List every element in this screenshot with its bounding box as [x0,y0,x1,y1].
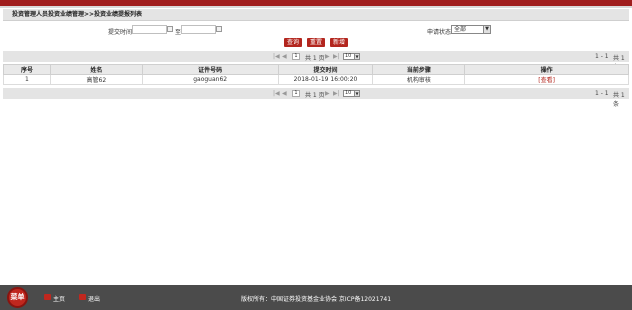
total-pages: 共 1 页 [305,55,325,62]
table-row: 1 高管62 gaoguan62 2018-01-19 16:00:20 机构审… [3,74,629,85]
page-size-select[interactable]: 10 ▼ [343,53,360,60]
last-page-icon[interactable]: ▶| [333,53,340,60]
total-pages: 共 1 页 [305,92,325,99]
cell-no: 1 [3,74,51,85]
cell-submit-time: 2018-01-19 16:00:20 [277,74,374,85]
next-page-icon[interactable]: ▶ [325,53,330,60]
table-header-row: 序号 姓名 证件号码 提交时间 当前步骤 操作 [3,64,629,75]
status-select-value: 全部 [454,26,467,33]
col-header-step: 当前步骤 [372,64,466,75]
record-range: 1 - 1 [595,53,609,60]
status-label: 申请状态 [427,29,452,36]
action-buttons: 查询 重置 新增 [0,38,632,48]
record-range: 1 - 1 [595,90,609,97]
chevron-down-icon: ▼ [483,26,490,33]
copyright-text: 版权所有：中国证券投资基金业协会 京ICP备12021741 [241,296,392,303]
page-size-select[interactable]: 10 ▼ [343,90,360,97]
col-header-no: 序号 [3,64,51,75]
status-select[interactable]: 全部 ▼ [451,25,491,34]
cell-name: 高管62 [49,74,143,85]
query-button[interactable]: 查询 [284,38,302,47]
prev-page-icon[interactable]: ◀ [282,53,287,60]
chevron-down-icon: ▼ [354,54,359,59]
calendar-icon[interactable] [216,26,222,32]
view-link[interactable]: [查看] [538,77,555,84]
page-size-value: 10 [345,53,352,59]
home-link[interactable]: 主页 [53,294,65,303]
reset-button[interactable]: 重置 [307,38,325,47]
page-number-input[interactable]: 1 [292,53,300,60]
menu-button[interactable]: 菜单 [7,287,28,308]
filter-bar: 提交时间 至 申请状态 全部 ▼ [3,22,629,38]
logout-link[interactable]: 退出 [88,294,100,303]
next-page-icon[interactable]: ▶ [325,90,330,97]
pager-top: |◀ ◀ 1 共 1 页 ▶ ▶| 10 ▼ 1 - 1 共 1 条 [3,51,629,71]
home-icon[interactable] [44,294,51,300]
last-page-icon[interactable]: ▶| [333,90,340,97]
prev-page-icon[interactable]: ◀ [282,90,287,97]
col-header-action: 操作 [464,64,629,75]
first-page-icon[interactable]: |◀ [273,90,280,97]
calendar-icon[interactable] [167,26,173,32]
page-number-input[interactable]: 1 [292,90,300,97]
col-header-name: 姓名 [49,64,143,75]
add-button[interactable]: 新增 [330,38,348,47]
start-date-input[interactable] [132,25,167,34]
results-table: 序号 姓名 证件号码 提交时间 当前步骤 操作 1 高管62 gaoguan62… [3,64,629,85]
breadcrumb: 投资管理人员投资业绩管理>>投资业绩提报列表 [3,9,629,21]
footer-bar: 菜单 主页 退出 版权所有：中国证券投资基金业协会 京ICP备12021741 [0,285,632,310]
logout-icon[interactable] [79,294,86,300]
col-header-id-number: 证件号码 [141,64,279,75]
first-page-icon[interactable]: |◀ [273,53,280,60]
chevron-down-icon: ▼ [354,91,359,96]
end-date-input[interactable] [181,25,216,34]
pager-bottom: |◀ ◀ 1 共 1 页 ▶ ▶| 10 ▼ 1 - 1 共 1 条 [3,88,629,108]
top-divider [0,6,632,8]
cell-step: 机构审核 [372,74,466,85]
cell-action: [查看] [464,74,629,85]
submit-time-label: 提交时间 [108,29,133,36]
cell-id-number: gaoguan62 [141,74,279,85]
total-records: 共 1 条 [613,92,625,108]
page-size-value: 10 [345,90,352,96]
col-header-submit-time[interactable]: 提交时间 [277,64,374,75]
